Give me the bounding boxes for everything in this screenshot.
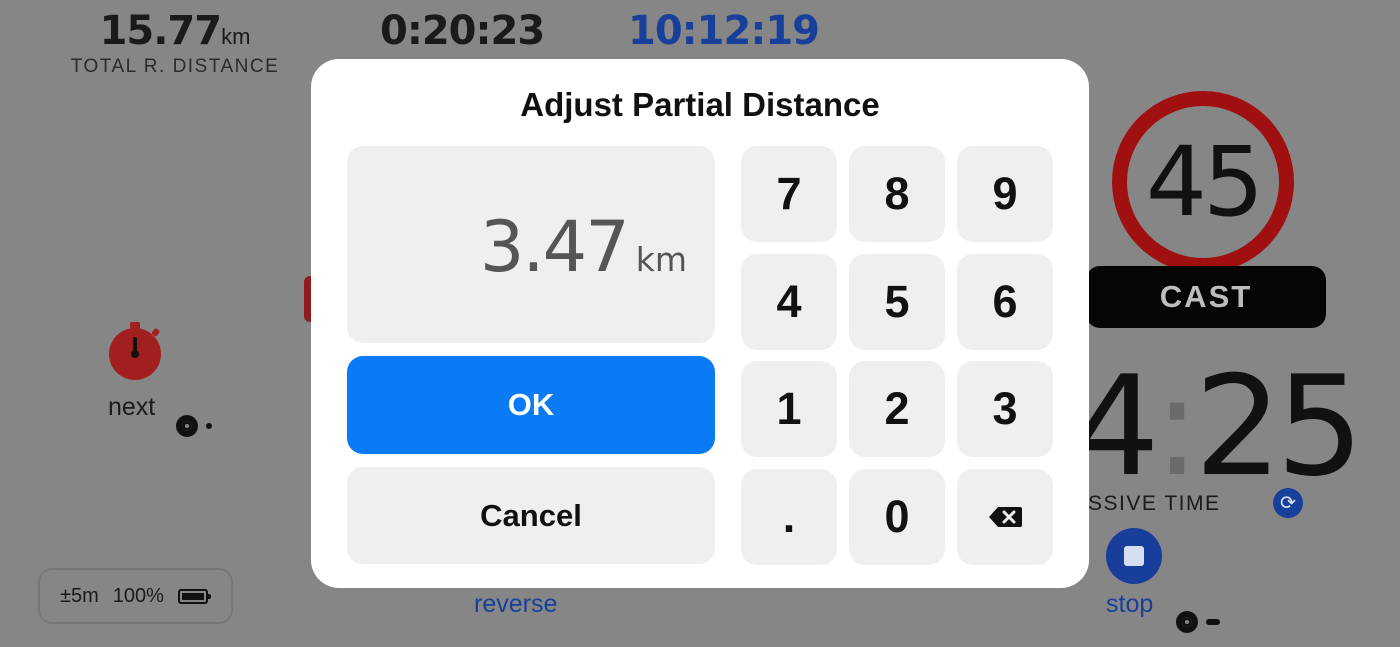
backspace-icon <box>988 507 1022 527</box>
total-distance-value: 15.77 <box>99 8 223 54</box>
elapsed-time: 0:20:23 <box>380 8 545 54</box>
key-6[interactable]: 6 <box>957 254 1053 350</box>
key-decimal[interactable]: . <box>741 469 837 565</box>
stopwatch-icon[interactable] <box>108 322 162 380</box>
distance-input-unit: km <box>635 240 687 279</box>
cast-label: CAST <box>1086 266 1326 328</box>
target-icon[interactable] <box>176 415 198 437</box>
speed-limit-value: 45 <box>1145 126 1264 238</box>
speed-limit-sign: 45 <box>1112 91 1294 273</box>
progressive-time-label: SSIVE TIME <box>1088 492 1221 515</box>
next-label[interactable]: next <box>108 393 155 422</box>
key-8[interactable]: 8 <box>849 146 945 242</box>
distance-input-display[interactable]: 3.47 km <box>347 146 715 343</box>
key-3[interactable]: 3 <box>957 361 1053 457</box>
stop-icon[interactable] <box>1106 528 1162 584</box>
time-seconds: 25 <box>1194 346 1364 507</box>
stop-button[interactable]: stop <box>1106 590 1153 619</box>
reverse-button[interactable]: reverse <box>474 590 557 619</box>
total-distance-unit: km <box>221 24 251 49</box>
key-0[interactable]: 0 <box>849 469 945 565</box>
battery-icon <box>177 588 211 604</box>
cancel-button[interactable]: Cancel <box>347 467 715 564</box>
key-5[interactable]: 5 <box>849 254 945 350</box>
battery-percent: 100% <box>112 584 164 607</box>
backspace-button[interactable] <box>957 469 1053 565</box>
gps-battery-status: ±5m 100% <box>38 568 233 624</box>
target-icon[interactable] <box>1176 611 1198 633</box>
dialog-title: Adjust Partial Distance <box>520 86 880 123</box>
key-1[interactable]: 1 <box>741 361 837 457</box>
indicator-dash <box>1206 619 1220 625</box>
total-distance-stat: 15.77km TOTAL R. DISTANCE <box>70 8 280 78</box>
distance-input-value: 3.47 <box>479 206 630 288</box>
key-4[interactable]: 4 <box>741 254 837 350</box>
clock-time: 10:12:19 <box>628 8 820 54</box>
indicator-dot <box>206 423 212 429</box>
key-7[interactable]: 7 <box>741 146 837 242</box>
adjust-distance-dialog: Adjust Partial Distance 3.47 km OK Cance… <box>311 59 1089 588</box>
refresh-icon[interactable]: ⟳ <box>1273 488 1303 518</box>
ok-button[interactable]: OK <box>347 356 715 454</box>
progressive-time: 4:25 <box>1072 346 1364 507</box>
time-colon: : <box>1153 346 1200 507</box>
key-2[interactable]: 2 <box>849 361 945 457</box>
total-distance-label: TOTAL R. DISTANCE <box>70 56 280 77</box>
key-9[interactable]: 9 <box>957 146 1053 242</box>
gps-accuracy: ±5m <box>60 584 99 607</box>
